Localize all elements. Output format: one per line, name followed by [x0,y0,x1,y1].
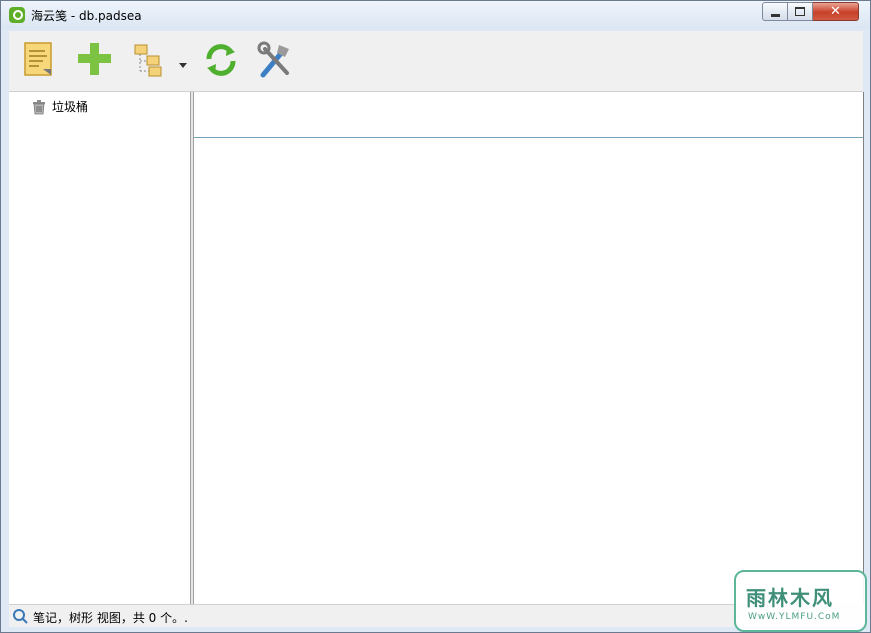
tools-button[interactable] [255,39,295,83]
tools-icon [257,41,289,78]
tree-view-button[interactable] [129,39,189,83]
tree-item-label: 垃圾桶 [52,100,89,114]
plus-icon [78,43,111,75]
folder-tree-icon [134,44,187,77]
search-icon [13,609,28,624]
app-logo-icon [9,7,25,23]
minimize-icon [770,13,780,17]
toolbar [9,31,863,92]
trash-icon [33,99,45,114]
close-button[interactable]: ✕ [813,2,859,21]
sync-button[interactable] [201,39,241,83]
new-note-button[interactable] [19,39,59,83]
tree-item-trash[interactable]: 垃圾桶 [31,98,88,115]
minimize-button[interactable] [762,2,788,21]
app-window: 海云笺 - db.padsea ✕ 垃圾桶 笔记，树形 视图，共 0 个。. 雨… [0,0,871,633]
title-bar[interactable]: 海云笺 - db.padsea ✕ [1,1,870,29]
maximize-icon [795,7,805,16]
chevron-down-icon [179,63,187,68]
status-text: 笔记，树形 视图，共 0 个。. [33,611,188,625]
watermark-main-text: 雨林木风 [746,586,834,610]
note-title-area[interactable] [194,92,863,138]
note-content-pane[interactable] [193,92,864,604]
watermark-logo: 雨林木风 WwW.YLMFU.CoM [734,570,867,632]
maximize-button[interactable] [788,2,813,21]
note-tree-pane[interactable]: 垃圾桶 [9,92,191,604]
refresh-icon [206,44,236,76]
watermark-url: WwW.YLMFU.CoM [748,612,841,622]
window-title: 海云笺 - db.padsea [31,9,142,23]
add-button[interactable] [74,39,114,83]
note-icon [24,42,52,76]
window-controls: ✕ [762,2,859,21]
close-icon: ✕ [830,4,841,19]
